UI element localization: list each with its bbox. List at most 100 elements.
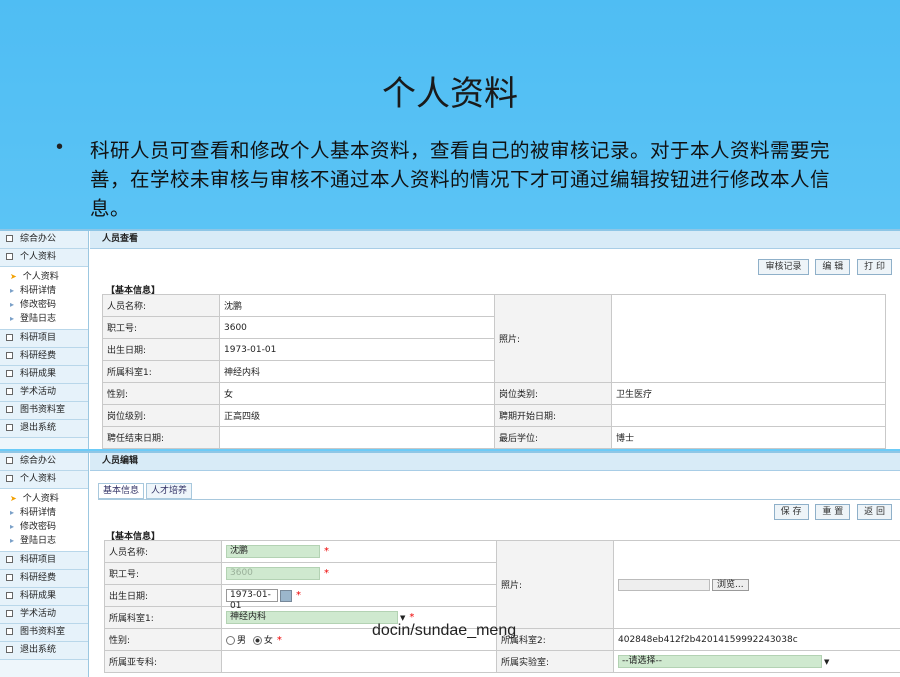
radio-female[interactable] bbox=[253, 636, 262, 645]
sidebar-item-office[interactable]: 综合办公 bbox=[0, 231, 88, 249]
value-dept: 神经内科 bbox=[220, 361, 495, 383]
square-icon bbox=[6, 334, 13, 341]
view-screenshot: 综合办公 个人资料 ➤个人资料 ▸科研详情 ▸修改密码 ▸登陆日志 科研项目 科… bbox=[0, 229, 900, 449]
back-button[interactable]: 返 回 bbox=[857, 504, 892, 520]
square-icon bbox=[6, 610, 13, 617]
sidebar-item-profile[interactable]: 个人资料 bbox=[0, 471, 88, 489]
sidebar-item-academic[interactable]: 学术活动 bbox=[0, 606, 88, 624]
label-dept: 所属科室1: bbox=[103, 361, 220, 383]
photo-area bbox=[612, 295, 886, 383]
edit-button[interactable]: 编 辑 bbox=[815, 259, 850, 275]
audit-record-button[interactable]: 审核记录 bbox=[758, 259, 808, 275]
edit-content: 人员编辑 基本信息人才培养 保 存 重 置 返 回 【基本信息】 人员名称: 沈… bbox=[90, 453, 900, 677]
sidebar-subitem-password[interactable]: ▸修改密码 bbox=[10, 298, 88, 312]
value-name: 沈鹏 bbox=[220, 295, 495, 317]
view-content: 人员查看 审核记录 编 辑 打 印 【基本信息】 人员名称: 沈鹏 照片: 职工… bbox=[90, 231, 900, 449]
sidebar-subitem-research[interactable]: ▸科研详情 bbox=[10, 284, 88, 298]
label-start-date: 聘期开始日期: bbox=[495, 405, 612, 427]
view-panel-title: 人员查看 bbox=[90, 231, 900, 249]
value-staff-id: 3600 bbox=[220, 317, 495, 339]
arrow-icon: ▸ bbox=[10, 300, 14, 309]
value-dob: 1973-01-01 bbox=[220, 339, 495, 361]
edit-toolbar: 保 存 重 置 返 回 bbox=[770, 504, 892, 520]
arrow-icon: ➤ bbox=[10, 272, 17, 281]
sidebar-subitem-log[interactable]: ▸登陆日志 bbox=[10, 534, 88, 548]
label-post-type: 岗位类别: bbox=[495, 383, 612, 405]
value-gender: 女 bbox=[220, 383, 495, 405]
value-end-date bbox=[220, 427, 495, 449]
square-icon bbox=[6, 370, 13, 377]
square-icon bbox=[6, 406, 13, 413]
field-subspecialty-cell[interactable] bbox=[222, 651, 497, 673]
sidebar-subitem-profile[interactable]: ➤个人资料 bbox=[10, 270, 88, 284]
square-icon bbox=[6, 424, 13, 431]
name-input[interactable]: 沈鹏 bbox=[226, 545, 320, 558]
slide-title: 个人资料 bbox=[0, 66, 900, 115]
field-lab-cell: --请选择--▼ bbox=[614, 651, 900, 673]
square-icon bbox=[6, 574, 13, 581]
photo-upload-cell: 浏览... bbox=[614, 541, 900, 629]
browse-button[interactable]: 浏览... bbox=[712, 579, 749, 591]
field-name-cell: 沈鹏* bbox=[222, 541, 497, 563]
square-icon bbox=[6, 592, 13, 599]
sidebar-subitem-profile[interactable]: ➤个人资料 bbox=[10, 492, 88, 506]
sidebar-item-results[interactable]: 科研成果 bbox=[0, 588, 88, 606]
sidebar-item-logout[interactable]: 退出系统 bbox=[0, 642, 88, 660]
label-photo: 照片: bbox=[497, 541, 614, 629]
tab-talent[interactable]: 人才培养 bbox=[146, 483, 192, 499]
radio-male[interactable] bbox=[226, 636, 235, 645]
arrow-icon: ▸ bbox=[10, 286, 14, 295]
save-button[interactable]: 保 存 bbox=[774, 504, 809, 520]
lab-select[interactable]: --请选择-- bbox=[618, 655, 822, 668]
edit-tabs: 基本信息人才培养 bbox=[98, 483, 194, 499]
chevron-down-icon[interactable]: ▼ bbox=[400, 614, 405, 622]
sidebar-subitem-research[interactable]: ▸科研详情 bbox=[10, 506, 88, 520]
label-post-level: 岗位级别: bbox=[103, 405, 220, 427]
edit-form-table: 人员名称: 沈鹏* 照片: 浏览... 职工号: 3600* 出生日期: 197… bbox=[104, 540, 900, 673]
sidebar-item-funds[interactable]: 科研经费 bbox=[0, 570, 88, 588]
sidebar-item-funds[interactable]: 科研经费 bbox=[0, 348, 88, 366]
sidebar-item-results[interactable]: 科研成果 bbox=[0, 366, 88, 384]
staff-id-input[interactable]: 3600 bbox=[226, 567, 320, 580]
sidebar-item-projects[interactable]: 科研项目 bbox=[0, 552, 88, 570]
sidebar-item-library[interactable]: 图书资料室 bbox=[0, 402, 88, 420]
bullet-text: 科研人员可查看和修改个人基本资料，查看自己的被审核记录。对于本人资料需要完善，在… bbox=[90, 136, 846, 223]
arrow-icon: ▸ bbox=[10, 522, 14, 531]
arrow-icon: ▸ bbox=[10, 314, 14, 323]
sidebar-submenu: ➤个人资料 ▸科研详情 ▸修改密码 ▸登陆日志 bbox=[0, 489, 88, 552]
chevron-down-icon[interactable]: ▼ bbox=[824, 658, 829, 666]
reset-button[interactable]: 重 置 bbox=[815, 504, 850, 520]
dob-input[interactable]: 1973-01-01 bbox=[226, 589, 278, 602]
edit-screenshot: 综合办公 个人资料 ➤个人资料 ▸科研详情 ▸修改密码 ▸登陆日志 科研项目 科… bbox=[0, 451, 900, 677]
label-degree: 最后学位: bbox=[495, 427, 612, 449]
sidebar-item-office[interactable]: 综合办公 bbox=[0, 453, 88, 471]
label-lab: 所属实验室: bbox=[497, 651, 614, 673]
sidebar-subitem-log[interactable]: ▸登陆日志 bbox=[10, 312, 88, 326]
square-icon bbox=[6, 352, 13, 359]
sidebar-item-academic[interactable]: 学术活动 bbox=[0, 384, 88, 402]
label-name: 人员名称: bbox=[103, 295, 220, 317]
label-gender: 性别: bbox=[103, 383, 220, 405]
sidebar-submenu: ➤个人资料 ▸科研详情 ▸修改密码 ▸登陆日志 bbox=[0, 267, 88, 330]
file-path-input[interactable] bbox=[618, 579, 710, 591]
calendar-icon[interactable] bbox=[280, 590, 292, 602]
sidebar-item-library[interactable]: 图书资料室 bbox=[0, 624, 88, 642]
field-staff-id-cell: 3600* bbox=[222, 563, 497, 585]
view-info-table: 人员名称: 沈鹏 照片: 职工号: 3600 出生日期: 1973-01-01 … bbox=[102, 294, 886, 449]
label-dob: 出生日期: bbox=[103, 339, 220, 361]
label-dob: 出生日期: bbox=[105, 585, 222, 607]
print-button[interactable]: 打 印 bbox=[857, 259, 892, 275]
label-staff-id: 职工号: bbox=[103, 317, 220, 339]
label-gender: 性别: bbox=[105, 629, 222, 651]
arrow-icon: ▸ bbox=[10, 536, 14, 545]
sidebar-item-logout[interactable]: 退出系统 bbox=[0, 420, 88, 438]
square-icon bbox=[6, 628, 13, 635]
sidebar-item-profile[interactable]: 个人资料 bbox=[0, 249, 88, 267]
square-icon bbox=[6, 556, 13, 563]
label-end-date: 聘任结束日期: bbox=[103, 427, 220, 449]
sidebar-item-projects[interactable]: 科研项目 bbox=[0, 330, 88, 348]
value-post-type: 卫生医疗 bbox=[612, 383, 886, 405]
sidebar-subitem-password[interactable]: ▸修改密码 bbox=[10, 520, 88, 534]
sidebar: 综合办公 个人资料 ➤个人资料 ▸科研详情 ▸修改密码 ▸登陆日志 科研项目 科… bbox=[0, 453, 89, 677]
tab-basic-info[interactable]: 基本信息 bbox=[98, 483, 144, 499]
